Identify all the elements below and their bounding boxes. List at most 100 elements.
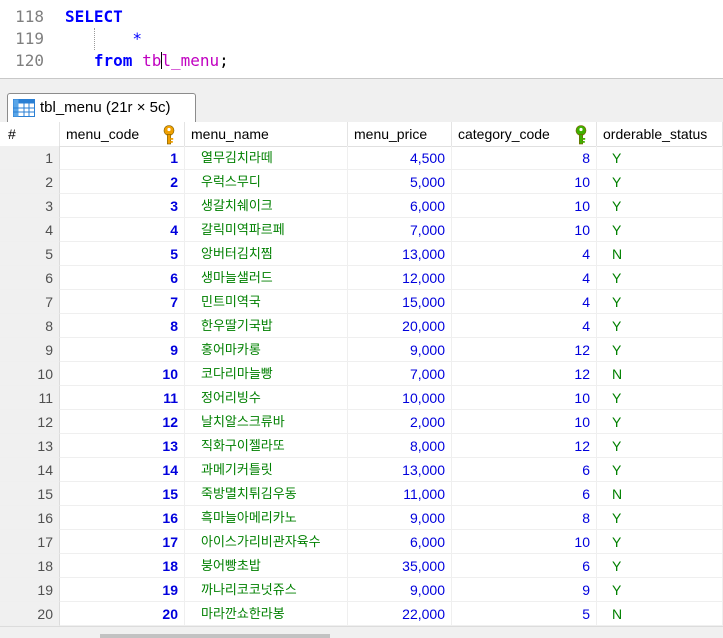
row-number[interactable]: 14 [0,458,60,482]
table-row[interactable]: 14 14 과메기커틀릿 13,000 6 Y [0,458,723,482]
cell-menu-name[interactable]: 마라깐쇼한라봉 [185,602,348,626]
cell-category-code[interactable]: 4 [452,266,597,290]
cell-menu-price[interactable]: 5,000 [348,170,452,194]
cell-menu-code[interactable]: 14 [60,458,185,482]
cell-menu-code[interactable]: 11 [60,386,185,410]
cell-menu-price[interactable]: 4,500 [348,146,452,170]
cell-orderable-status[interactable]: Y [597,506,723,530]
table-row[interactable]: 6 6 생마늘샐러드 12,000 4 Y [0,266,723,290]
cell-menu-name[interactable]: 흑마늘아메리카노 [185,506,348,530]
cell-orderable-status[interactable]: Y [597,386,723,410]
cell-menu-name[interactable]: 까나리코코넛쥬스 [185,578,348,602]
cell-category-code[interactable]: 10 [452,170,597,194]
code-line[interactable]: 118 SELECT [0,6,723,28]
horizontal-scrollbar-thumb[interactable] [100,634,330,638]
table-row[interactable]: 10 10 코다리마늘빵 7,000 12 N [0,362,723,386]
cell-menu-code[interactable]: 3 [60,194,185,218]
cell-orderable-status[interactable]: Y [597,434,723,458]
cell-category-code[interactable]: 4 [452,314,597,338]
row-number[interactable]: 3 [0,194,60,218]
table-row[interactable]: 19 19 까나리코코넛쥬스 9,000 9 Y [0,578,723,602]
cell-menu-name[interactable]: 아이스가리비관자육수 [185,530,348,554]
cell-menu-code[interactable]: 15 [60,482,185,506]
header-col-menu-price[interactable]: menu_price [348,122,452,146]
cell-menu-price[interactable]: 6,000 [348,194,452,218]
cell-menu-price[interactable]: 13,000 [348,242,452,266]
cell-category-code[interactable]: 6 [452,482,597,506]
cell-menu-code[interactable]: 2 [60,170,185,194]
cell-orderable-status[interactable]: Y [597,530,723,554]
cell-menu-name[interactable]: 죽방멸치튀김우동 [185,482,348,506]
result-grid[interactable]: # menu_code menu_name menu_price category_co… [0,122,723,626]
cell-category-code[interactable]: 10 [452,410,597,434]
table-row[interactable]: 2 2 우럭스무디 5,000 10 Y [0,170,723,194]
cell-category-code[interactable]: 4 [452,290,597,314]
cell-menu-price[interactable]: 11,000 [348,482,452,506]
row-number[interactable]: 11 [0,386,60,410]
table-row[interactable]: 9 9 홍어마카롱 9,000 12 Y [0,338,723,362]
cell-menu-price[interactable]: 9,000 [348,578,452,602]
table-row[interactable]: 5 5 앙버터김치찜 13,000 4 N [0,242,723,266]
editor-result-splitter[interactable] [0,78,723,93]
cell-orderable-status[interactable]: Y [597,170,723,194]
row-number[interactable]: 19 [0,578,60,602]
cell-menu-price[interactable]: 6,000 [348,530,452,554]
cell-menu-price[interactable]: 12,000 [348,266,452,290]
row-number[interactable]: 2 [0,170,60,194]
cell-orderable-status[interactable]: Y [597,578,723,602]
result-tab-tbl-menu[interactable]: tbl_menu (21r × 5c) [7,93,196,122]
header-col-rownum[interactable]: # [0,122,60,146]
cell-menu-code[interactable]: 1 [60,146,185,170]
table-row[interactable]: 13 13 직화구이젤라또 8,000 12 Y [0,434,723,458]
cell-category-code[interactable]: 6 [452,554,597,578]
cell-menu-name[interactable]: 과메기커틀릿 [185,458,348,482]
header-col-menu-code[interactable]: menu_code [60,122,185,146]
code-line[interactable]: 119 * [0,28,723,50]
cell-menu-price[interactable]: 9,000 [348,506,452,530]
cell-category-code[interactable]: 5 [452,602,597,626]
cell-orderable-status[interactable]: Y [597,554,723,578]
cell-menu-name[interactable]: 열무김치라떼 [185,146,348,170]
cell-menu-name[interactable]: 우럭스무디 [185,170,348,194]
cell-menu-price[interactable]: 20,000 [348,314,452,338]
row-number[interactable]: 1 [0,146,60,170]
cell-menu-price[interactable]: 13,000 [348,458,452,482]
code-line[interactable]: 120 from tbl_menu; [0,50,723,72]
header-col-menu-name[interactable]: menu_name [185,122,348,146]
cell-menu-code[interactable]: 19 [60,578,185,602]
cell-menu-price[interactable]: 35,000 [348,554,452,578]
row-number[interactable]: 5 [0,242,60,266]
row-number[interactable]: 10 [0,362,60,386]
table-row[interactable]: 17 17 아이스가리비관자육수 6,000 10 Y [0,530,723,554]
horizontal-scrollbar[interactable] [0,626,723,638]
cell-orderable-status[interactable]: Y [597,338,723,362]
table-row[interactable]: 1 1 열무김치라떼 4,500 8 Y [0,146,723,170]
header-col-orderable-status[interactable]: orderable_status [597,122,723,146]
cell-category-code[interactable]: 10 [452,386,597,410]
row-number[interactable]: 17 [0,530,60,554]
cell-orderable-status[interactable]: N [597,362,723,386]
table-row[interactable]: 11 11 정어리빙수 10,000 10 Y [0,386,723,410]
row-number[interactable]: 12 [0,410,60,434]
cell-orderable-status[interactable]: Y [597,266,723,290]
cell-menu-code[interactable]: 20 [60,602,185,626]
row-number[interactable]: 18 [0,554,60,578]
cell-orderable-status[interactable]: Y [597,194,723,218]
cell-category-code[interactable]: 12 [452,434,597,458]
table-row[interactable]: 15 15 죽방멸치튀김우동 11,000 6 N [0,482,723,506]
cell-menu-name[interactable]: 직화구이젤라또 [185,434,348,458]
cell-menu-name[interactable]: 앙버터김치찜 [185,242,348,266]
table-row[interactable]: 3 3 생갈치쉐이크 6,000 10 Y [0,194,723,218]
cell-category-code[interactable]: 10 [452,194,597,218]
row-number[interactable]: 16 [0,506,60,530]
cell-menu-price[interactable]: 2,000 [348,410,452,434]
cell-category-code[interactable]: 8 [452,506,597,530]
cell-menu-code[interactable]: 13 [60,434,185,458]
cell-orderable-status[interactable]: N [597,242,723,266]
cell-menu-name[interactable]: 홍어마카롱 [185,338,348,362]
cell-menu-name[interactable]: 갈릭미역파르페 [185,218,348,242]
cell-orderable-status[interactable]: Y [597,290,723,314]
cell-menu-name[interactable]: 생갈치쉐이크 [185,194,348,218]
row-number[interactable]: 20 [0,602,60,626]
cell-category-code[interactable]: 10 [452,218,597,242]
